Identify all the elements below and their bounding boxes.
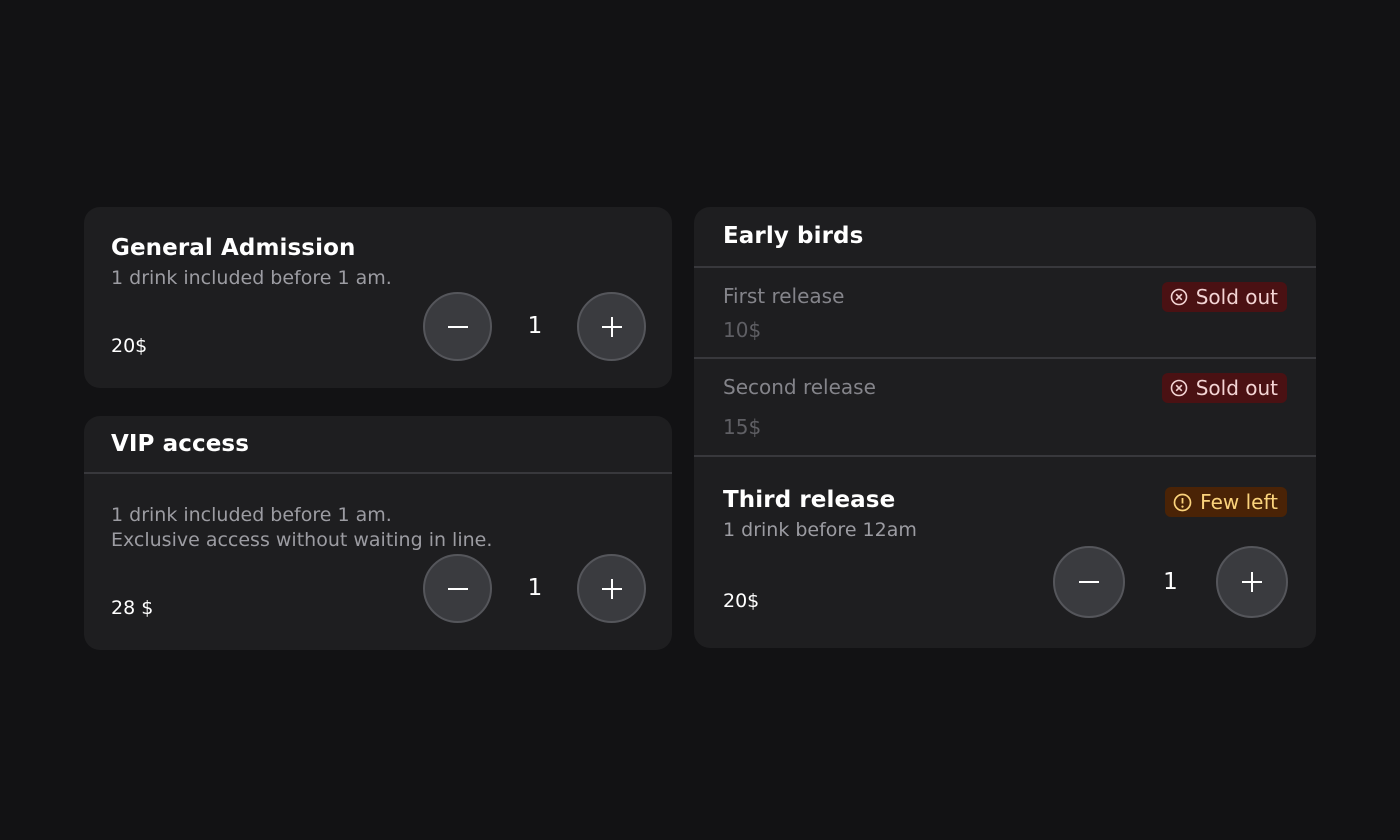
increment-button[interactable] <box>577 554 646 623</box>
increment-button[interactable] <box>1216 546 1288 618</box>
release-name: Second release <box>723 375 876 399</box>
release-name: First release <box>723 284 845 308</box>
quantity-value: 1 <box>1163 569 1178 595</box>
x-circle-icon <box>1170 288 1188 306</box>
release-row-second: Second release 15$ Sold out <box>694 359 1316 455</box>
alert-circle-icon <box>1173 493 1192 511</box>
minus-icon <box>447 587 468 590</box>
vip-access-card: VIP access 1 drink included before 1 am.… <box>84 416 672 650</box>
divider <box>84 472 672 474</box>
decrement-button[interactable] <box>423 292 492 361</box>
release-price: 10$ <box>723 318 762 342</box>
ticket-description-line-2: Exclusive access without waiting in line… <box>111 529 493 551</box>
minus-icon <box>1079 581 1099 583</box>
section-title: Early birds <box>723 223 864 249</box>
quantity-stepper: 1 <box>423 292 647 362</box>
sold-out-badge: Sold out <box>1161 282 1287 312</box>
release-row-third: Third release 1 drink before 12am 20$ Fe… <box>694 457 1316 648</box>
quantity-value: 1 <box>527 313 543 339</box>
sold-out-badge: Sold out <box>1161 373 1287 403</box>
few-left-badge: Few left <box>1165 487 1287 517</box>
ticket-price: 28 $ <box>111 597 154 619</box>
release-price: 15$ <box>723 415 762 439</box>
badge-label: Sold out <box>1195 285 1278 309</box>
ticket-title: General Admission <box>111 235 356 261</box>
badge-label: Sold out <box>1195 376 1278 400</box>
ticket-description-line-1: 1 drink included before 1 am. <box>111 504 392 526</box>
general-admission-card: General Admission 1 drink included befor… <box>84 207 672 388</box>
ticket-title: VIP access <box>111 431 249 457</box>
plus-icon <box>1242 572 1262 592</box>
quantity-stepper: 1 <box>1053 546 1288 619</box>
quantity-stepper: 1 <box>423 554 647 624</box>
release-row-first: First release 10$ Sold out <box>694 268 1316 357</box>
release-price: 20$ <box>723 590 760 612</box>
x-circle-icon <box>1170 379 1188 397</box>
increment-button[interactable] <box>577 292 646 361</box>
minus-icon <box>447 325 468 328</box>
release-description: 1 drink before 12am <box>723 519 917 541</box>
plus-icon <box>601 578 622 599</box>
decrement-button[interactable] <box>1053 546 1125 618</box>
early-birds-card: Early birds First release 10$ Sold out S… <box>694 207 1316 648</box>
ticket-price: 20$ <box>111 335 148 357</box>
plus-icon <box>601 316 622 337</box>
badge-label: Few left <box>1200 490 1278 514</box>
ticket-description: 1 drink included before 1 am. <box>111 267 392 289</box>
decrement-button[interactable] <box>423 554 492 623</box>
quantity-value: 1 <box>527 575 543 601</box>
release-name: Third release <box>723 487 896 513</box>
